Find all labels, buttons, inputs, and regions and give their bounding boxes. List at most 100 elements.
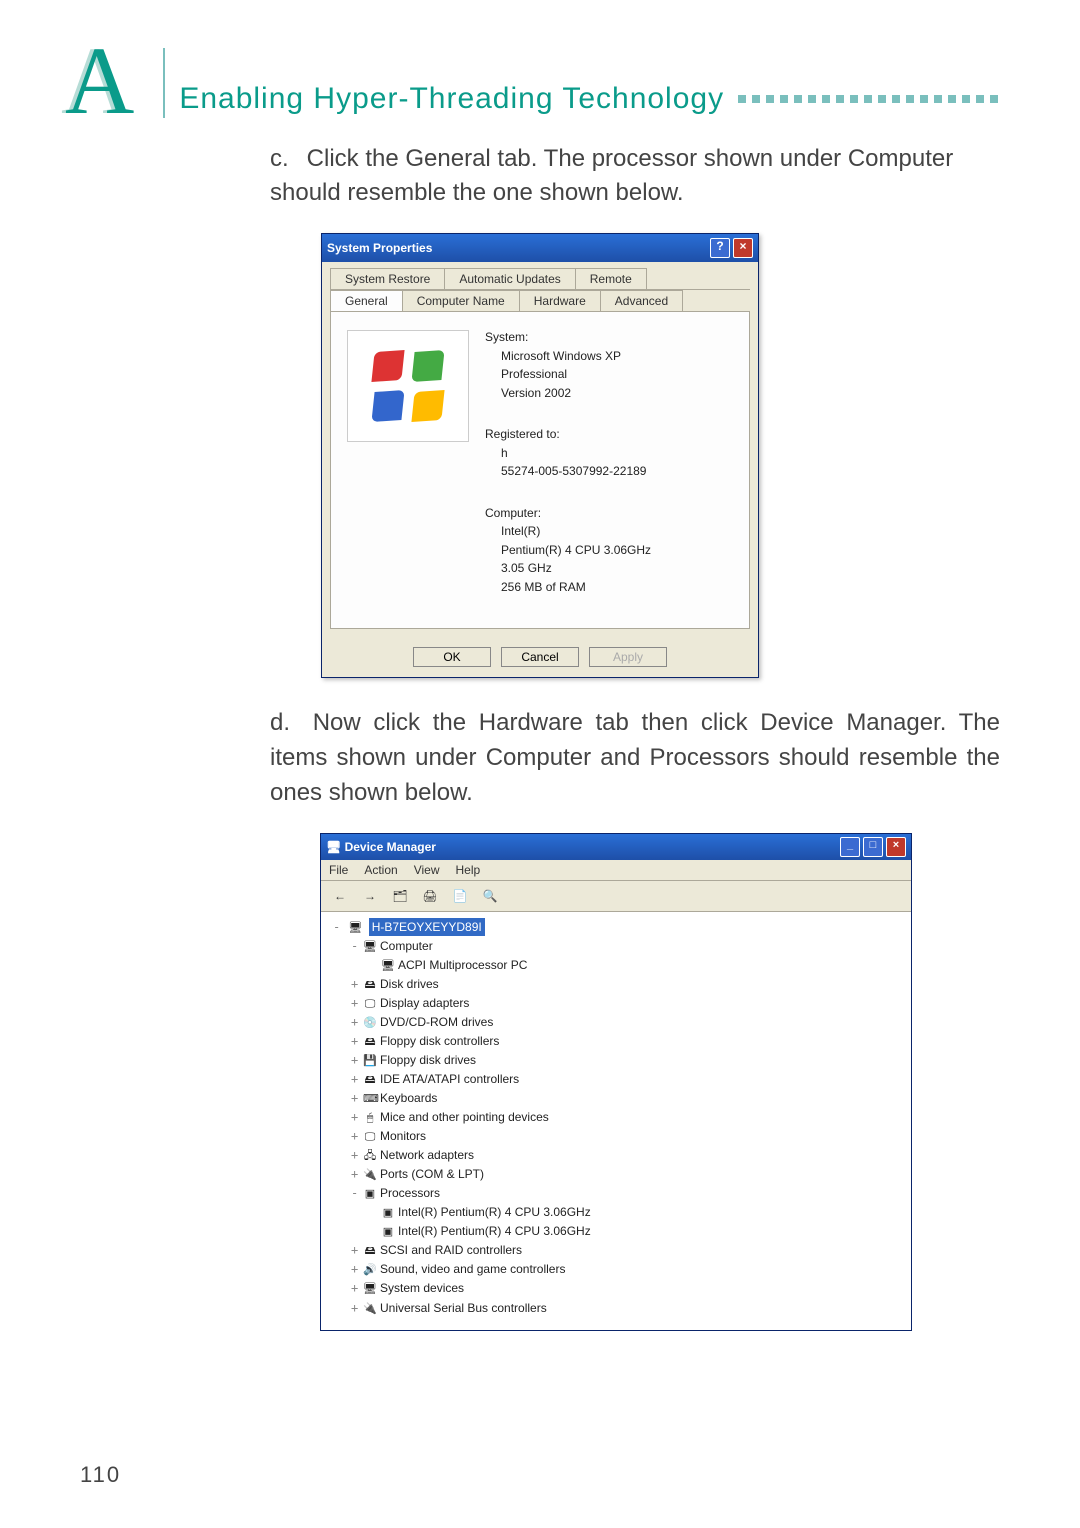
- tree-item-label: DVD/CD-ROM drives: [380, 1015, 493, 1029]
- close-button[interactable]: ×: [886, 837, 906, 857]
- expand-icon[interactable]: +: [351, 994, 363, 1013]
- menu-action[interactable]: Action: [364, 863, 397, 877]
- expand-icon[interactable]: +: [351, 1299, 363, 1318]
- expand-icon[interactable]: +: [351, 1089, 363, 1108]
- tree-item[interactable]: +🖥System devices: [327, 1279, 905, 1298]
- menu-bar: File Action View Help: [321, 860, 911, 881]
- tree-item[interactable]: -🖥Computer: [327, 937, 905, 956]
- device-icon: 🖵: [363, 996, 377, 1013]
- computer-line: Intel(R): [485, 522, 739, 541]
- expand-icon[interactable]: +: [351, 1279, 363, 1298]
- tree-item-label: Intel(R) Pentium(R) 4 CPU 3.06GHz: [398, 1224, 591, 1238]
- system-properties-dialog: System Properties ? × System Restore Aut…: [321, 233, 759, 678]
- appendix-letter: A A: [65, 40, 134, 122]
- expand-icon[interactable]: +: [351, 1032, 363, 1051]
- expand-icon[interactable]: +: [351, 1241, 363, 1260]
- tree-item[interactable]: -▣Processors: [327, 1184, 905, 1203]
- expand-icon[interactable]: +: [351, 975, 363, 994]
- computer-heading: Computer:: [485, 504, 739, 523]
- cancel-button[interactable]: Cancel: [501, 647, 579, 667]
- tab-remote[interactable]: Remote: [575, 268, 647, 289]
- tree-item[interactable]: +🖱Mice and other pointing devices: [327, 1108, 905, 1127]
- menu-help[interactable]: Help: [456, 863, 481, 877]
- tab-advanced[interactable]: Advanced: [600, 290, 683, 311]
- dm-title-text: Device Manager: [345, 840, 436, 854]
- collapse-icon[interactable]: -: [333, 918, 345, 937]
- device-icon: 💾: [363, 1053, 377, 1070]
- tree-item[interactable]: +🖵Display adapters: [327, 994, 905, 1013]
- expand-icon[interactable]: +: [351, 1013, 363, 1032]
- properties-icon[interactable]: 📄: [449, 885, 471, 907]
- tab-computer-name[interactable]: Computer Name: [402, 290, 520, 311]
- tree-item[interactable]: +🖴Disk drives: [327, 975, 905, 994]
- toolbar: ← → 🗂 🖨 📄 🔍: [321, 881, 911, 912]
- dialog-titlebar[interactable]: System Properties ? ×: [322, 234, 758, 262]
- tree-item[interactable]: +⌨Keyboards: [327, 1089, 905, 1108]
- tab-general[interactable]: General: [330, 290, 403, 311]
- device-icon: 🖴: [363, 1072, 377, 1089]
- tab-system-restore[interactable]: System Restore: [330, 268, 445, 289]
- tree-item[interactable]: ▣Intel(R) Pentium(R) 4 CPU 3.06GHz: [327, 1222, 905, 1241]
- registered-line: 55274-005-5307992-22189: [485, 462, 739, 481]
- minimize-button[interactable]: _: [840, 837, 860, 857]
- expand-icon[interactable]: +: [351, 1108, 363, 1127]
- tree-item-label: Floppy disk drives: [380, 1053, 476, 1067]
- dm-titlebar[interactable]: 🖥 Device Manager _ □ ×: [321, 834, 911, 860]
- maximize-button[interactable]: □: [863, 837, 883, 857]
- tree-item[interactable]: +💿DVD/CD-ROM drives: [327, 1013, 905, 1032]
- tree-item-label: Keyboards: [380, 1091, 437, 1105]
- tree-item[interactable]: +🖴Floppy disk controllers: [327, 1032, 905, 1051]
- tree-item[interactable]: +🖵Monitors: [327, 1127, 905, 1146]
- help-button[interactable]: ?: [710, 238, 730, 258]
- tree-item-label: Universal Serial Bus controllers: [380, 1301, 547, 1315]
- computer-line: Pentium(R) 4 CPU 3.06GHz: [485, 541, 739, 560]
- forward-icon[interactable]: →: [359, 885, 381, 907]
- expand-icon[interactable]: +: [351, 1070, 363, 1089]
- computer-icon: 🖥: [348, 920, 362, 937]
- tree-root-label: H-B7EOYXEYYD89I: [369, 918, 485, 937]
- device-icon: 🖥: [363, 1281, 377, 1298]
- menu-view[interactable]: View: [414, 863, 440, 877]
- tree-item[interactable]: +🖴SCSI and RAID controllers: [327, 1241, 905, 1260]
- tree-item-label: ACPI Multiprocessor PC: [398, 958, 527, 972]
- close-button[interactable]: ×: [733, 238, 753, 258]
- tree-item[interactable]: ▣Intel(R) Pentium(R) 4 CPU 3.06GHz: [327, 1203, 905, 1222]
- tab-hardware[interactable]: Hardware: [519, 290, 601, 311]
- expand-icon[interactable]: -: [351, 1184, 363, 1203]
- tree-item-label: System devices: [380, 1281, 464, 1295]
- device-icon: 🔊: [363, 1262, 377, 1279]
- device-icon: ▣: [381, 1205, 395, 1222]
- tab-automatic-updates[interactable]: Automatic Updates: [444, 268, 575, 289]
- tree-item[interactable]: 🖥ACPI Multiprocessor PC: [327, 956, 905, 975]
- appendix-header: A A Enabling Hyper-Threading Technology: [80, 40, 1000, 122]
- tree-item[interactable]: +💾Floppy disk drives: [327, 1051, 905, 1070]
- dialog-title: System Properties: [327, 241, 432, 255]
- device-icon: ▣: [363, 1186, 377, 1203]
- back-icon[interactable]: ←: [329, 885, 351, 907]
- tree-root[interactable]: - 🖥 H-B7EOYXEYYD89I: [327, 918, 905, 937]
- expand-icon[interactable]: +: [351, 1260, 363, 1279]
- expand-icon[interactable]: +: [351, 1127, 363, 1146]
- tree-item[interactable]: +🔌Universal Serial Bus controllers: [327, 1299, 905, 1318]
- expand-icon[interactable]: +: [351, 1165, 363, 1184]
- tree-item-label: Computer: [380, 939, 433, 953]
- tree-icon[interactable]: 🗂: [389, 885, 411, 907]
- system-line: Microsoft Windows XP: [485, 347, 739, 366]
- tree-item[interactable]: +🖧Network adapters: [327, 1146, 905, 1165]
- menu-file[interactable]: File: [329, 863, 348, 877]
- expand-icon[interactable]: -: [351, 937, 363, 956]
- tree-item[interactable]: +🖴IDE ATA/ATAPI controllers: [327, 1070, 905, 1089]
- tree-item[interactable]: +🔊Sound, video and game controllers: [327, 1260, 905, 1279]
- device-icon: 🖥: [381, 958, 395, 975]
- tree-item[interactable]: +🔌Ports (COM & LPT): [327, 1165, 905, 1184]
- tree-item-label: Intel(R) Pentium(R) 4 CPU 3.06GHz: [398, 1205, 591, 1219]
- windows-logo: [347, 330, 469, 442]
- scan-icon[interactable]: 🔍: [479, 885, 501, 907]
- ok-button[interactable]: OK: [413, 647, 491, 667]
- header-divider: [163, 48, 165, 118]
- print-icon[interactable]: 🖨: [419, 885, 441, 907]
- system-heading: System:: [485, 328, 739, 347]
- tree-item-label: Monitors: [380, 1129, 426, 1143]
- expand-icon[interactable]: +: [351, 1146, 363, 1165]
- expand-icon[interactable]: +: [351, 1051, 363, 1070]
